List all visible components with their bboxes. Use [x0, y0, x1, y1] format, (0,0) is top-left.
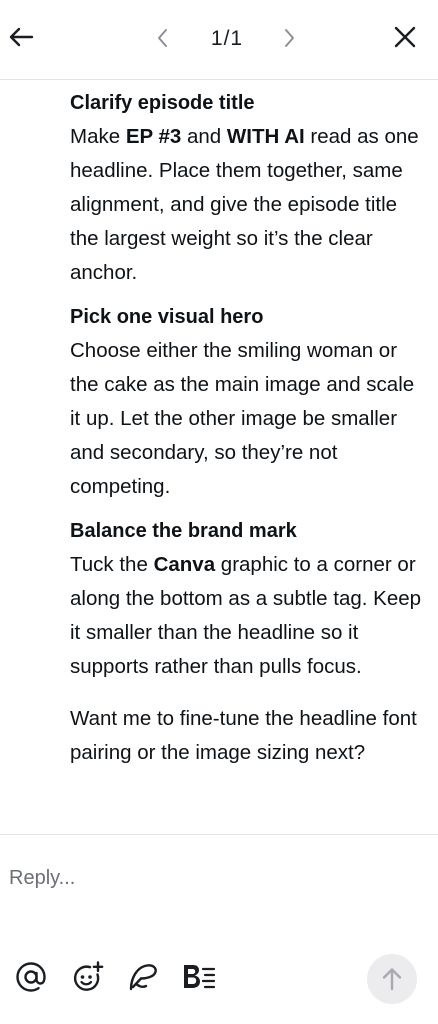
mention-icon	[16, 962, 46, 992]
chevron-left-icon	[158, 29, 167, 47]
previous-button[interactable]	[150, 22, 174, 54]
message-section: Clarify episode title Make EP #3 and WITH…	[70, 88, 430, 290]
arrow-up-icon	[382, 968, 402, 991]
arrow-left-icon	[9, 27, 34, 47]
reply-input[interactable]	[0, 858, 438, 898]
closing-question: Want me to fine-tune the headline font p…	[70, 707, 417, 764]
close-button[interactable]	[388, 18, 422, 56]
chevron-right-icon	[285, 29, 294, 47]
top-bar: 1/1	[0, 0, 438, 80]
text-format-button[interactable]	[180, 958, 218, 996]
body-text: Tuck the	[70, 553, 154, 576]
text-format-icon	[184, 965, 216, 989]
add-reaction-button[interactable]	[69, 958, 107, 996]
section-title: Pick one visual hero	[70, 306, 264, 328]
body-text: Choose either the smiling woman or the c…	[70, 339, 415, 498]
section-title: Clarify episode title	[70, 92, 255, 114]
close-icon	[394, 26, 416, 48]
section-body: Make EP #3 and WITH AI read as one headl…	[70, 120, 430, 290]
draw-icon	[129, 964, 157, 991]
emphasis-text: Canva	[153, 553, 216, 576]
page-indicator: 1/1	[210, 27, 244, 50]
message-section: Pick one visual hero Choose either the sm…	[70, 302, 430, 504]
section-body: Tuck the Canva graphic to a corner or al…	[70, 548, 430, 684]
next-button[interactable]	[278, 22, 302, 54]
body-text: and	[181, 125, 227, 148]
reply-toolbar	[0, 954, 438, 1004]
back-button[interactable]	[4, 18, 38, 56]
divider	[0, 834, 438, 835]
body-text: read as one headline. Place them togethe…	[70, 125, 419, 284]
message-sections: Clarify episode title Make EP #3 and WITH…	[70, 88, 430, 684]
emoji-add-icon	[73, 961, 104, 991]
draw-button[interactable]	[124, 958, 162, 996]
section-body: Choose either the smiling woman or the c…	[70, 334, 430, 504]
message-section: Balance the brand mark Tuck the Canva gra…	[70, 516, 430, 684]
emphasis-text: WITH AI	[226, 125, 305, 148]
message-content: Clarify episode title Make EP #3 and WITH…	[70, 88, 430, 833]
mention-button[interactable]	[12, 958, 50, 996]
section-title: Balance the brand mark	[70, 520, 297, 542]
body-text: Make	[70, 125, 126, 148]
emphasis-text: EP #3	[125, 125, 182, 148]
send-button[interactable]	[367, 954, 417, 1004]
